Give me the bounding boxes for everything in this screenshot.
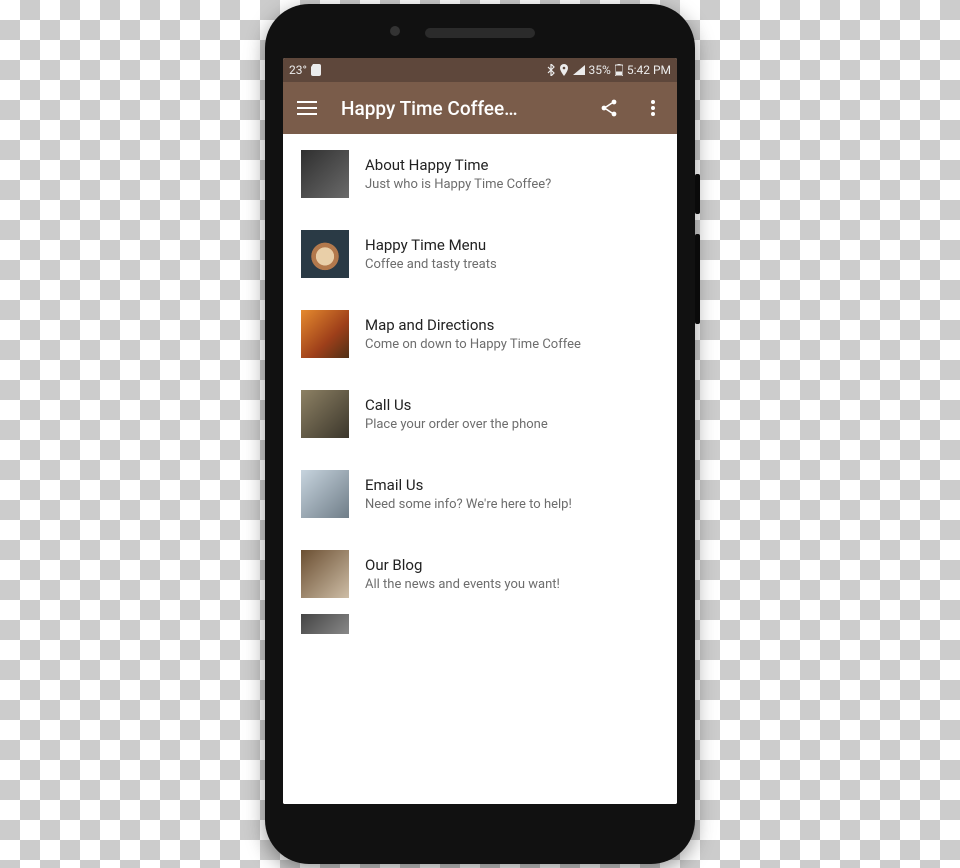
list-item-partial[interactable]	[283, 614, 677, 634]
sd-card-icon	[311, 64, 321, 76]
list-item-title: Map and Directions	[365, 316, 659, 334]
location-icon	[559, 64, 569, 76]
list-item[interactable]: Email Us Need some info? We're here to h…	[283, 454, 677, 534]
thumbnail-icon	[301, 310, 349, 358]
list-item-subtitle: Just who is Happy Time Coffee?	[365, 177, 659, 192]
list-item[interactable]: Our Blog All the news and events you wan…	[283, 534, 677, 614]
app-title: Happy Time Coffee…	[341, 97, 579, 120]
list-item[interactable]: About Happy Time Just who is Happy Time …	[283, 134, 677, 214]
share-icon[interactable]	[595, 94, 623, 122]
thumbnail-icon	[301, 150, 349, 198]
thumbnail-icon	[301, 230, 349, 278]
phone-frame: 23° 35% 5:42 PM	[265, 4, 695, 864]
list-item-title: Happy Time Menu	[365, 236, 659, 254]
screen: 23° 35% 5:42 PM	[283, 58, 677, 804]
thumbnail-icon	[301, 470, 349, 518]
list-item-subtitle: Come on down to Happy Time Coffee	[365, 337, 659, 352]
app-bar: Happy Time Coffee…	[283, 82, 677, 134]
battery-icon	[615, 64, 623, 76]
list-item-title: Email Us	[365, 476, 659, 494]
list-item-title: Our Blog	[365, 556, 659, 574]
list-item-subtitle: Coffee and tasty treats	[365, 257, 659, 272]
list-item-subtitle: All the news and events you want!	[365, 577, 659, 592]
list-item[interactable]: Call Us Place your order over the phone	[283, 374, 677, 454]
list-item-title: About Happy Time	[365, 156, 659, 174]
status-battery-percent: 35%	[589, 63, 611, 77]
status-temperature: 23°	[289, 63, 307, 77]
list-item-subtitle: Need some info? We're here to help!	[365, 497, 659, 512]
list-item-title: Call Us	[365, 396, 659, 414]
list-item[interactable]: Happy Time Menu Coffee and tasty treats	[283, 214, 677, 294]
thumbnail-icon	[301, 614, 349, 634]
hamburger-menu-icon[interactable]	[293, 94, 321, 122]
bluetooth-icon	[547, 64, 555, 76]
list-item-subtitle: Place your order over the phone	[365, 417, 659, 432]
status-bar: 23° 35% 5:42 PM	[283, 58, 677, 82]
thumbnail-icon	[301, 390, 349, 438]
status-clock: 5:42 PM	[627, 63, 671, 77]
signal-icon	[573, 65, 585, 75]
menu-list[interactable]: About Happy Time Just who is Happy Time …	[283, 134, 677, 804]
overflow-menu-icon[interactable]	[639, 94, 667, 122]
thumbnail-icon	[301, 550, 349, 598]
list-item[interactable]: Map and Directions Come on down to Happy…	[283, 294, 677, 374]
